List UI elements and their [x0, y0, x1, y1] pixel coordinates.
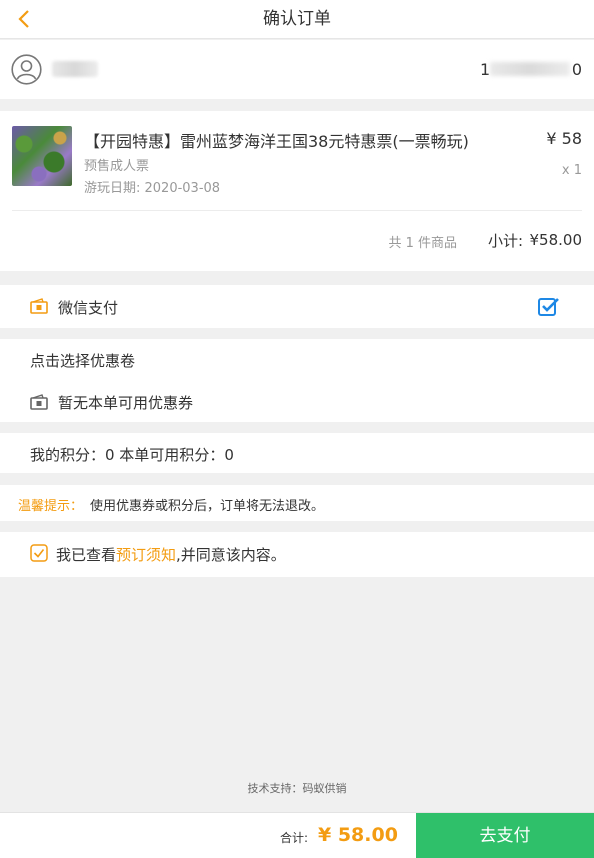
product-quantity: x 1: [561, 163, 582, 178]
item-count: 共 1 件商品: [388, 236, 457, 251]
phone-start: 1: [480, 60, 491, 79]
points-text: 我的积分：0 本单可用积分：0: [30, 446, 234, 464]
agreement-text: 我已查看预订须知,并同意该内容。: [56, 544, 286, 565]
user-avatar-icon: [11, 54, 42, 85]
no-coupon-text: 暂无本单可用优惠券: [58, 394, 194, 412]
checkout-bar: 合计: ¥ 58.00 去支付: [0, 812, 594, 858]
total-label: 合计:: [280, 831, 309, 845]
phone-end: 0: [571, 60, 582, 79]
phone-blur: [490, 62, 570, 76]
agreement-checkbox-icon[interactable]: [30, 544, 48, 562]
agreement-row: 我已查看预订须知,并同意该内容。: [0, 532, 594, 577]
tech-support-text: 技术支持：码蚁供销: [247, 782, 347, 795]
select-coupon-link[interactable]: 点击选择优惠卷: [30, 350, 135, 371]
total-value: ¥ 58.00: [318, 824, 398, 846]
wallet-icon: [30, 298, 48, 314]
masked-user-name: [52, 61, 98, 77]
masked-phone-number: 1 0: [480, 60, 582, 79]
subtotal-label: 小计:: [487, 232, 523, 250]
product-card: 【开园特惠】雷州蓝梦海洋王国38元特惠票(一票畅玩) 预售成人票 游玩日期: 2…: [0, 111, 594, 271]
agreement-prefix: 我已查看: [56, 546, 117, 564]
booking-notice-link[interactable]: 预订须知: [116, 546, 176, 564]
warm-tip: 温馨提示： 使用优惠券或积分后，订单将无法退改。: [0, 485, 594, 521]
coupon-wallet-icon: [30, 394, 48, 410]
payment-method-wechat[interactable]: 微信支付: [0, 285, 594, 328]
visit-date: 游玩日期: 2020-03-08: [84, 181, 221, 196]
tip-label: 温馨提示：: [18, 499, 84, 514]
top-bar: 确认订单: [0, 0, 594, 39]
user-info-row: 1 0: [0, 40, 594, 99]
product-price: ¥ 58: [546, 129, 582, 148]
pay-button[interactable]: 去支付: [416, 813, 594, 858]
coupon-section[interactable]: 点击选择优惠卷 暂无本单可用优惠券: [0, 339, 594, 422]
subtotal-value: ¥58.00: [529, 231, 583, 249]
product-thumbnail: [12, 126, 72, 186]
divider: [12, 210, 582, 211]
checkbox-checked-icon[interactable]: [538, 297, 560, 317]
points-section: 我的积分：0 本单可用积分：0: [0, 433, 594, 473]
agreement-suffix: ,并同意该内容。: [176, 546, 286, 564]
product-name: 【开园特惠】雷州蓝梦海洋王国38元特惠票(一票畅玩): [84, 132, 469, 151]
page-title: 确认订单: [263, 9, 331, 29]
tip-text: 使用优惠券或积分后，订单将无法退改。: [90, 499, 325, 514]
payment-label: 微信支付: [58, 299, 119, 317]
ticket-type: 预售成人票: [84, 159, 150, 174]
